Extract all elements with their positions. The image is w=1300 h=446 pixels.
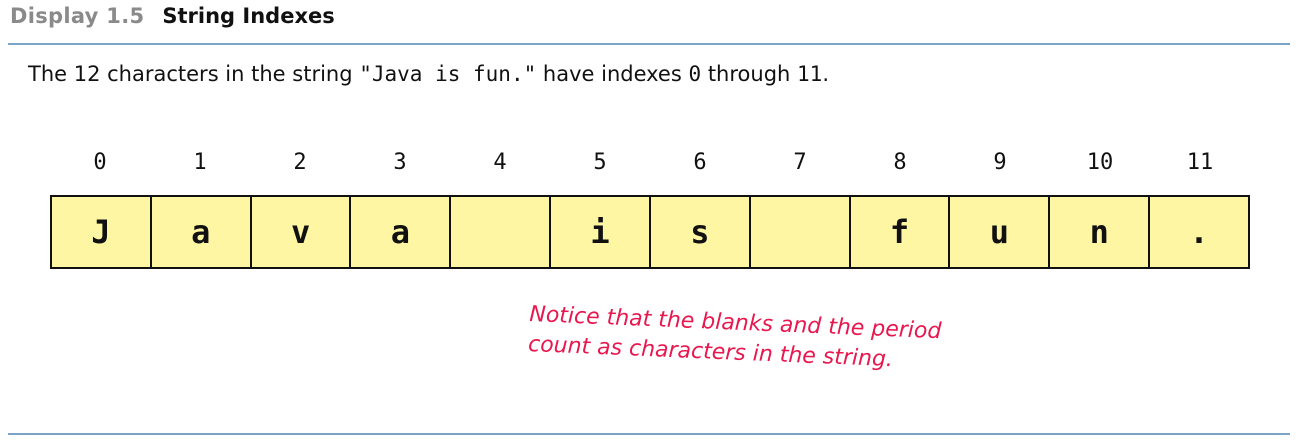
character-box: J [52,197,152,267]
index-label: 5 [593,150,607,175]
index-label: 9 [993,150,1007,175]
intro-text-through: through [701,62,798,86]
index-label: 11 [1186,150,1214,175]
character-box: n [1050,197,1151,267]
character-box-blank [751,197,851,267]
index-label: 8 [893,150,907,175]
intro-text-before: The 12 characters in the string [28,62,360,86]
character-box: i [551,197,651,267]
bottom-divider [8,433,1290,435]
character-box-blank [451,197,552,267]
index-label: 7 [793,150,807,175]
index-label: 3 [393,150,407,175]
display-header: Display 1.5 String Indexes [10,4,335,34]
index-row: 0 1 2 3 4 5 6 7 8 9 10 11 [50,150,1250,175]
character-box: v [252,197,352,267]
string-literal: "Java is fun." [359,62,537,86]
character-box: s [651,197,751,267]
index-label: 1 [193,150,207,175]
character-box: a [351,197,452,267]
intro-text-middle: have indexes [536,62,689,86]
character-boxes: J a v a i s f u n . [50,195,1250,269]
character-box: f [851,197,951,267]
first-index: 0 [688,62,702,86]
index-label: 4 [493,150,507,175]
character-box-period: . [1189,213,1209,251]
top-divider [8,43,1290,45]
display-number: Display 1.5 [10,4,145,28]
annotation-note: Notice that the blanks and the period co… [527,300,989,379]
last-index: 11 [797,62,823,86]
index-label: 0 [93,150,107,175]
index-label: 2 [293,150,307,175]
character-box: u [950,197,1051,267]
character-box: a [152,197,252,267]
index-label: 10 [1086,150,1114,175]
intro-text-end: . [822,62,829,86]
index-label: 6 [693,150,707,175]
display-title: String Indexes [162,4,335,28]
intro-sentence: The 12 characters in the string "Java is… [28,62,829,86]
